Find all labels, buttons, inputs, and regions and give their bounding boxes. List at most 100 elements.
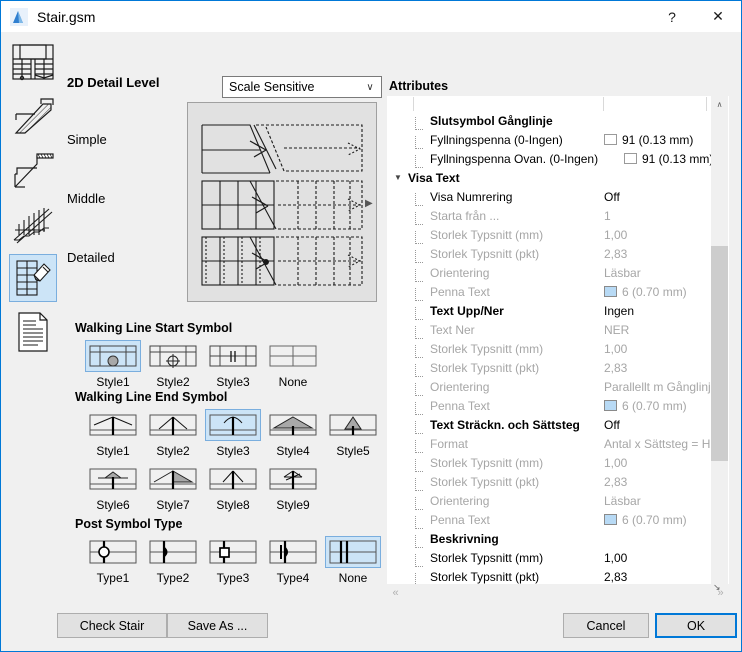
symbol-option[interactable]: Style2 [143, 340, 203, 389]
attribute-row[interactable]: Fyllningspenna (0-Ingen) 91 (0.13 mm) [388, 130, 728, 149]
check-stair-button[interactable]: Check Stair [57, 613, 167, 638]
attribute-value[interactable]: 1,00 [604, 342, 627, 356]
save-as-button[interactable]: Save As ... [167, 613, 268, 638]
wl-start-none-icon[interactable] [265, 340, 321, 372]
attribute-value[interactable]: 1,00 [604, 456, 627, 470]
attribute-row[interactable]: Penna Text 6 (0.70 mm) [388, 510, 728, 529]
close-button[interactable]: ✕ [695, 1, 741, 32]
attribute-value[interactable]: Parallellt m Gånglinj [604, 380, 711, 394]
attribute-value[interactable]: NER [604, 323, 629, 337]
attribute-row[interactable]: Orientering Parallellt m Gånglinj [388, 377, 728, 396]
symbol-option[interactable]: Style9 [263, 463, 323, 512]
wl-end-style7-icon[interactable] [145, 463, 201, 495]
attribute-value[interactable]: 2,83 [604, 570, 627, 584]
attribute-value[interactable]: Antal x Sättsteg = H [604, 437, 710, 451]
attribute-row[interactable]: Text Upp/Ner Ingen [388, 301, 728, 320]
attribute-row[interactable]: ▼ Visa Text [388, 168, 728, 187]
symbol-option[interactable]: Style6 [83, 463, 143, 512]
wl-start-style2-icon[interactable] [145, 340, 201, 372]
vscroll-thumb[interactable] [711, 246, 728, 461]
middle-section-icon[interactable] [9, 146, 57, 194]
ok-button[interactable]: OK [655, 613, 737, 638]
attribute-value[interactable]: 2,83 [604, 247, 627, 261]
pen-color-swatch[interactable] [604, 286, 617, 297]
symbol-option[interactable]: Style4 [263, 409, 323, 458]
simple-section-icon[interactable] [9, 92, 57, 140]
attribute-value[interactable]: 1,00 [604, 228, 627, 242]
preview-next-arrow-icon[interactable]: ▶ [365, 198, 375, 210]
cancel-button[interactable]: Cancel [563, 613, 649, 638]
wl-end-style3-icon[interactable] [205, 409, 261, 441]
post-type4-icon[interactable] [265, 536, 321, 568]
attribute-value[interactable]: 6 (0.70 mm) [604, 399, 687, 413]
symbol-option[interactable]: Style8 [203, 463, 263, 512]
detail-level-select[interactable]: Scale Sensitive ∨ [222, 76, 382, 98]
attribute-row[interactable]: Storlek Typsnitt (pkt) 2,83 [388, 472, 728, 491]
wl-end-style4-icon[interactable] [265, 409, 321, 441]
symbol-option[interactable]: Style3 [203, 340, 263, 389]
attribute-row[interactable]: Text Ner NER [388, 320, 728, 339]
symbol-option[interactable]: Style2 [143, 409, 203, 458]
attribute-row[interactable]: Beskrivning [388, 529, 728, 548]
attribute-row[interactable]: Format Antal x Sättsteg = H [388, 434, 728, 453]
attribute-value[interactable]: 2,83 [604, 361, 627, 375]
pen-color-swatch[interactable] [604, 400, 617, 411]
symbol-option[interactable]: Style1 [83, 409, 143, 458]
attribute-row[interactable]: Visa Numrering Off [388, 187, 728, 206]
wl-end-style2-icon[interactable] [145, 409, 201, 441]
symbol-option[interactable]: Style3 [203, 409, 263, 458]
attribute-value[interactable]: 6 (0.70 mm) [604, 513, 687, 527]
attribute-value[interactable]: Ingen [604, 304, 634, 318]
wl-start-style3-icon[interactable] [205, 340, 261, 372]
panel-resize-grip-icon[interactable]: ↘ [713, 582, 721, 593]
symbol-option[interactable]: Style7 [143, 463, 203, 512]
attribute-value[interactable]: 91 (0.13 mm) [624, 152, 713, 166]
post-type3-icon[interactable] [205, 536, 261, 568]
symbol-option[interactable]: Type2 [143, 536, 203, 585]
pen-color-swatch[interactable] [604, 514, 617, 525]
attribute-value[interactable]: 6 (0.70 mm) [604, 285, 687, 299]
detailed-railing-icon[interactable] [9, 200, 57, 248]
stair-preview[interactable] [187, 102, 377, 302]
attribute-row[interactable]: Storlek Typsnitt (pkt) 2,83 [388, 358, 728, 377]
attribute-value[interactable]: 1 [604, 209, 611, 223]
symbol-option[interactable]: Type4 [263, 536, 323, 585]
wl-end-style8-icon[interactable] [205, 463, 261, 495]
attribute-row[interactable]: Storlek Typsnitt (mm) 1,00 [388, 548, 728, 567]
listing-document-icon[interactable] [9, 308, 57, 356]
attribute-row[interactable]: Penna Text 6 (0.70 mm) [388, 282, 728, 301]
wl-end-style6-icon[interactable] [85, 463, 141, 495]
attribute-value[interactable]: 91 (0.13 mm) [604, 133, 693, 147]
attribute-row[interactable]: Orientering Läsbar [388, 263, 728, 282]
attribute-row[interactable]: Slutsymbol Gånglinje [388, 111, 728, 130]
help-button[interactable]: ? [649, 1, 695, 32]
attributes-vertical-scrollbar[interactable]: ∧ ∨ [711, 96, 728, 600]
floor-plan-symbol-icon[interactable] [9, 38, 57, 86]
post-type1-icon[interactable] [85, 536, 141, 568]
attribute-value[interactable]: 1,00 [604, 551, 627, 565]
attribute-value[interactable]: 2,83 [604, 475, 627, 489]
wl-end-style5-icon[interactable] [325, 409, 381, 441]
attribute-row[interactable]: Storlek Typsnitt (pkt) 2,83 [388, 244, 728, 263]
attribute-row[interactable]: Storlek Typsnitt (mm) 1,00 [388, 339, 728, 358]
attribute-value[interactable]: Läsbar [604, 494, 641, 508]
attribute-row[interactable]: Text Sträckn. och Sättsteg Off [388, 415, 728, 434]
attribute-row[interactable]: Fyllningspenna Ovan. (0-Ingen) 91 (0.13 m… [388, 149, 728, 168]
attribute-row[interactable]: Storlek Typsnitt (mm) 1,00 [388, 453, 728, 472]
wl-start-style1-icon[interactable] [85, 340, 141, 372]
vscroll-up-arrow-icon[interactable]: ∧ [711, 96, 728, 113]
attribute-value[interactable]: Off [604, 190, 620, 204]
wl-end-style1-icon[interactable] [85, 409, 141, 441]
symbol-option[interactable]: None [323, 536, 383, 585]
post-type2-icon[interactable] [145, 536, 201, 568]
2d-detail-level-icon[interactable] [9, 254, 57, 302]
attribute-row[interactable]: Penna Text 6 (0.70 mm) [388, 396, 728, 415]
wl-end-style9-icon[interactable] [265, 463, 321, 495]
attribute-row[interactable]: Orientering Läsbar [388, 491, 728, 510]
symbol-option[interactable]: Type1 [83, 536, 143, 585]
attribute-row[interactable]: Storlek Typsnitt (mm) 1,00 [388, 225, 728, 244]
symbol-option[interactable]: Style1 [83, 340, 143, 389]
chevron-down-icon[interactable]: ▼ [388, 168, 408, 187]
pen-color-swatch[interactable] [604, 134, 617, 145]
attribute-value[interactable]: Läsbar [604, 266, 641, 280]
